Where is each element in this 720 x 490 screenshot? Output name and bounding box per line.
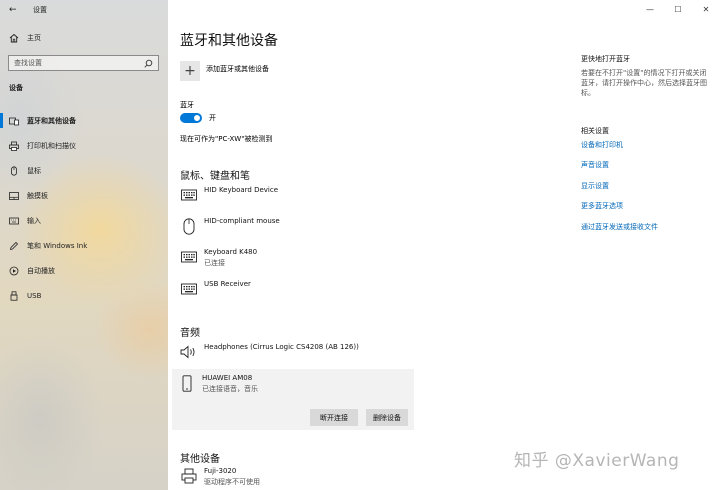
home-nav-item[interactable]: 主页 [9,33,41,43]
bluetooth-toggle-state: 开 [209,114,216,122]
remove-device-button[interactable]: 删除设备 [366,409,408,426]
plus-icon: + [180,61,200,81]
faster-bluetooth-heading: 更快地打开蓝牙 [581,55,630,63]
disconnect-button[interactable]: 断开连接 [310,409,358,426]
sidebar-item-mouse[interactable]: 鼠标 [0,158,168,183]
keyboard-icon [9,216,19,226]
sidebar-item-printers[interactable]: 打印机和扫描仪 [0,133,168,158]
phone-icon [178,374,196,392]
printer-icon [9,141,19,151]
sidebar: ← 设置 主页 查找设置 设备 蓝牙和其他设备 打印机和扫描仪 鼠标 触摸板 输… [0,0,168,490]
device-name: HID-compliant mouse [204,217,280,225]
sidebar-item-usb[interactable]: USB [0,283,168,308]
sidebar-item-bluetooth[interactable]: 蓝牙和其他设备 [0,108,168,133]
mouse-icon [180,217,198,235]
sidebar-item-touchpad[interactable]: 触摸板 [0,183,168,208]
sidebar-item-label: 打印机和扫描仪 [27,141,76,150]
device-name: USB Receiver [204,280,251,288]
device-status: 已连接 [204,259,225,267]
home-icon [9,33,19,43]
page-title: 蓝牙和其他设备 [180,33,278,49]
window-title-bar: ← 设置 [9,5,47,15]
sidebar-item-label: 触摸板 [27,191,48,200]
discoverable-text: 现在可作为"PC-XW"被检测到 [180,135,273,143]
device-item[interactable]: USB Receiver [180,280,251,298]
device-status: 已连接语音，音乐 [202,385,258,393]
device-status: 驱动程序不可使用 [204,478,260,486]
link-devices-printers[interactable]: 设备和打印机 [581,140,623,150]
bluetooth-devices-icon [9,116,19,126]
device-name: HUAWEI AM08 [202,374,253,382]
sidebar-item-label: 鼠标 [27,166,41,175]
selected-device-card[interactable]: HUAWEI AM08 已连接语音，音乐 断开连接 删除设备 [172,369,414,430]
device-item[interactable]: HID Keyboard Device [180,186,278,204]
keyboard-icon [180,248,198,266]
sidebar-nav: 蓝牙和其他设备 打印机和扫描仪 鼠标 触摸板 输入 笔和 Windows Ink… [0,108,168,308]
close-icon[interactable]: ✕ [692,0,720,18]
group-title-audio: 音频 [180,328,200,339]
bluetooth-label: 蓝牙 [180,101,194,109]
device-item[interactable]: Keyboard K480 已连接 [180,248,257,268]
sidebar-item-label: USB [27,291,42,300]
sidebar-item-label: 自动播放 [27,266,55,275]
device-item[interactable]: HID-compliant mouse [180,217,280,235]
home-label: 主页 [27,34,41,42]
window-controls: — ☐ ✕ [636,0,720,18]
link-display-settings[interactable]: 显示设置 [581,181,609,191]
related-settings-heading: 相关设置 [581,127,609,135]
device-item[interactable]: Headphones (Cirrus Logic CS4208 (AB 126)… [180,343,359,361]
keyboard-icon [180,280,198,298]
sidebar-item-autoplay[interactable]: 自动播放 [0,258,168,283]
link-more-bluetooth-options[interactable]: 更多蓝牙选项 [581,201,623,211]
search-input[interactable]: 查找设置 [8,55,159,71]
search-placeholder: 查找设置 [14,59,42,67]
autoplay-icon [9,266,19,276]
keyboard-icon [180,186,198,204]
bluetooth-toggle-row: 开 [180,113,216,123]
minimize-icon[interactable]: — [636,0,664,18]
device-name: Keyboard K480 [204,248,258,256]
add-device-button[interactable]: + 添加蓝牙或其他设备 [180,61,269,81]
sidebar-item-typing[interactable]: 输入 [0,208,168,233]
sidebar-item-label: 笔和 Windows Ink [27,241,88,250]
maximize-icon[interactable]: ☐ [664,0,692,18]
link-send-receive-files[interactable]: 通过蓝牙发送或接收文件 [581,222,658,232]
device-item[interactable]: HUAWEI AM08 已连接语音，音乐 [178,374,258,394]
sidebar-item-pen[interactable]: 笔和 Windows Ink [0,233,168,258]
link-sound-settings[interactable]: 声音设置 [581,160,609,170]
group-title-input-devices: 鼠标、键盘和笔 [180,171,250,182]
printer-icon [180,467,198,485]
add-device-label: 添加蓝牙或其他设备 [206,65,269,73]
device-name: HID Keyboard Device [204,186,279,194]
watermark: 知乎 @XavierWang [514,451,680,471]
search-icon[interactable] [144,59,153,68]
device-name: Fuji-3020 [204,467,237,475]
sidebar-item-label: 蓝牙和其他设备 [27,116,76,125]
window-title: 设置 [33,6,47,14]
speaker-icon [180,343,198,361]
touchpad-icon [9,191,19,201]
group-title-other-devices: 其他设备 [180,454,220,465]
sidebar-item-label: 输入 [27,216,41,225]
mouse-icon [9,165,19,176]
pen-icon [9,241,19,251]
back-arrow-icon[interactable]: ← [9,5,23,15]
bluetooth-toggle[interactable] [180,113,202,123]
usb-icon [9,290,19,301]
section-heading-devices: 设备 [9,84,23,92]
faster-bluetooth-description: 若要在不打开"设置"的情况下打开或关闭蓝牙，请打开操作中心，然后选择蓝牙图标。 [581,69,707,97]
device-name: Headphones (Cirrus Logic CS4208 (AB 126)… [204,343,359,351]
device-item[interactable]: Fuji-3020 驱动程序不可使用 [180,467,260,487]
